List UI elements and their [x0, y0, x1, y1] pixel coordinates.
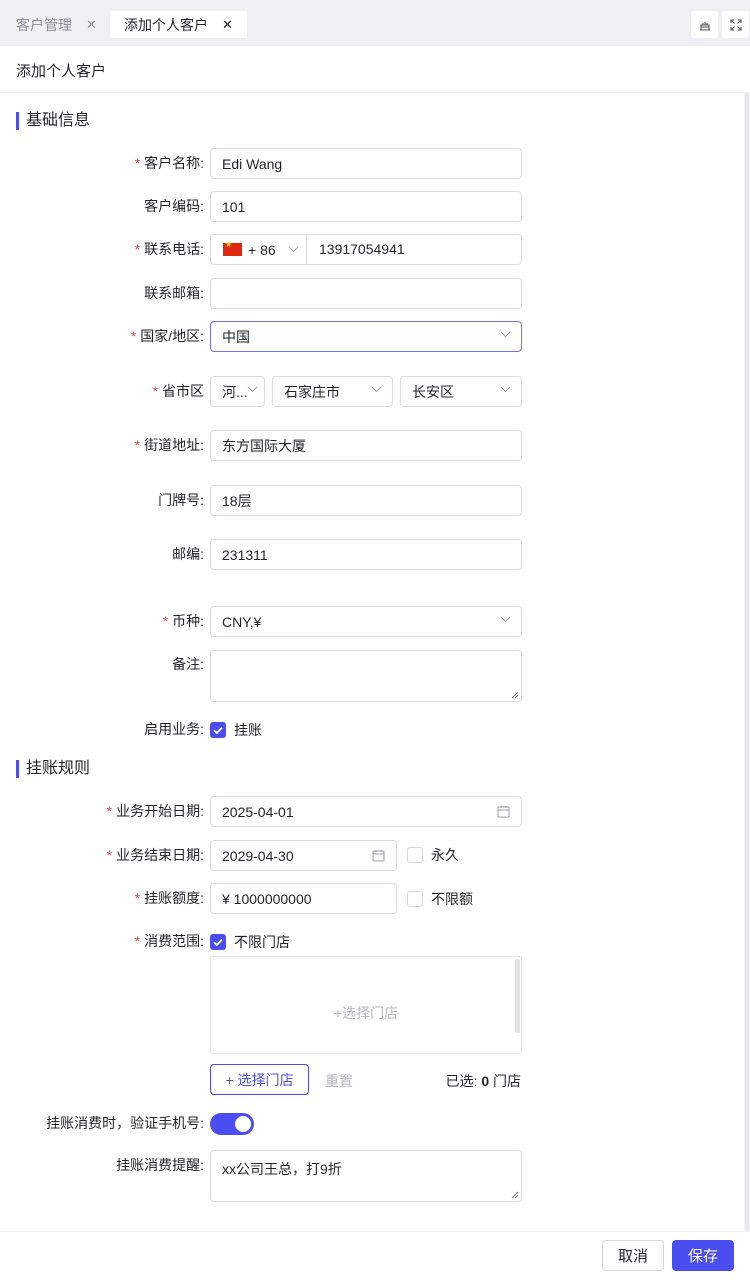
tab-bar: 客户管理 ✕ 添加个人客户 ✕ [0, 0, 750, 46]
store-list-box[interactable]: +选择门店 [210, 956, 522, 1054]
select-store-placeholder[interactable]: +选择门店 [211, 1003, 521, 1023]
tab-label: 客户管理 [16, 16, 72, 33]
door-number-label: 门牌号: [158, 492, 204, 508]
reminder-label: 挂账消费提醒: [116, 1157, 204, 1173]
region-label: * 省市区 [152, 383, 204, 399]
scrollbar-thumb[interactable] [745, 93, 749, 1231]
section-title-basic: 基础信息 [16, 112, 90, 130]
calendar-icon [497, 806, 510, 818]
chevron-down-icon [371, 386, 382, 393]
customer-name-input[interactable]: Edi Wang [210, 148, 522, 179]
email-label: 联系邮箱: [144, 285, 204, 301]
credit-business-checkbox[interactable] [210, 722, 226, 738]
remark-label: 备注: [172, 656, 204, 672]
resize-handle-icon[interactable] [511, 691, 519, 699]
check-icon [213, 726, 223, 735]
china-flag-icon [223, 240, 242, 256]
cancel-button[interactable]: 取消 [602, 1240, 664, 1271]
forever-checkbox[interactable] [407, 847, 423, 863]
scrollbar-thumb[interactable] [515, 959, 520, 1033]
chevron-down-icon [500, 616, 511, 623]
district-select[interactable]: 长安区 [400, 376, 522, 407]
zip-input[interactable]: 231311 [210, 539, 522, 570]
province-select[interactable]: 河... [210, 376, 265, 407]
divider [0, 92, 750, 93]
credit-business-text: 挂账 [234, 722, 262, 738]
country-code-select[interactable]: + 86 [223, 235, 299, 264]
city-select[interactable]: 石家庄市 [272, 376, 393, 407]
end-date-label: * 业务结束日期: [106, 847, 204, 863]
customer-code-label: 客户编码: [144, 198, 204, 214]
phone-input[interactable]: 13917054941 [319, 241, 405, 257]
selected-store-count: 已选: 0 门店 [445, 1073, 521, 1089]
unlimited-store-text: 不限门店 [234, 934, 290, 950]
customer-code-input[interactable]: 101 [210, 191, 522, 222]
street-label: * 街道地址: [134, 437, 204, 453]
customer-name-label: * 客户名称: [134, 155, 204, 171]
country-label: * 国家/地区: [130, 328, 204, 344]
country-select[interactable]: 中国 [210, 321, 522, 352]
fullscreen-icon[interactable] [722, 11, 749, 38]
verify-phone-label: 挂账消费时，验证手机号: [46, 1115, 204, 1131]
section-title-credit: 挂账规则 [16, 760, 90, 778]
page-container: 添加个人客户 基础信息 * 客户名称: Edi Wang 客户编码: 101 * 联… [0, 46, 750, 1280]
footer-divider [0, 1231, 750, 1232]
chevron-down-icon [500, 386, 511, 393]
currency-select[interactable]: CNY,¥ [210, 606, 522, 637]
verify-phone-toggle[interactable] [210, 1113, 254, 1135]
reset-button[interactable]: 重置 [325, 1071, 353, 1091]
calendar-icon [372, 850, 385, 862]
phone-label: * 联系电话: [134, 241, 204, 257]
street-input[interactable]: 东方国际大厦 [210, 430, 522, 461]
currency-label: * 币种: [162, 613, 204, 629]
business-label: 启用业务: [144, 721, 204, 737]
consumption-scope-label: * 消费范围: [134, 933, 204, 949]
unlimited-amount-text: 不限额 [431, 891, 473, 907]
tab-add-personal-customer[interactable]: 添加个人客户 ✕ [110, 11, 247, 38]
cake-icon[interactable] [691, 11, 718, 38]
phone-field: + 86 13917054941 [210, 234, 522, 265]
page-title: 添加个人客户 [16, 63, 107, 80]
start-date-label: * 业务开始日期: [106, 803, 204, 819]
resize-handle-icon[interactable] [511, 1191, 519, 1199]
remark-textarea[interactable] [210, 650, 522, 702]
close-icon[interactable]: ✕ [86, 17, 97, 33]
credit-amount-label: * 挂账额度: [134, 890, 204, 906]
toggle-knob [235, 1116, 251, 1132]
end-date-picker[interactable]: 2029-04-30 [210, 840, 397, 871]
select-store-button[interactable]: + 选择门店 [210, 1064, 309, 1095]
chevron-down-icon [500, 331, 511, 338]
save-button[interactable]: 保存 [672, 1240, 734, 1271]
credit-amount-input[interactable]: ¥ 1000000000 [210, 883, 397, 914]
check-icon [213, 938, 223, 947]
chevron-down-icon [288, 246, 299, 253]
unlimited-amount-checkbox[interactable] [407, 891, 423, 907]
tab-customer-management[interactable]: 客户管理 ✕ [2, 11, 111, 38]
divider [306, 235, 307, 264]
unlimited-store-checkbox[interactable] [210, 934, 226, 950]
forever-text: 永久 [431, 847, 459, 863]
door-number-input[interactable]: 18层 [210, 485, 522, 516]
zip-label: 邮编: [172, 546, 204, 562]
email-input[interactable] [210, 278, 522, 309]
start-date-picker[interactable]: 2025-04-01 [210, 796, 522, 827]
reminder-textarea[interactable]: xx公司王总，打9折 [210, 1150, 522, 1202]
close-icon[interactable]: ✕ [222, 17, 233, 33]
chevron-down-icon [247, 386, 258, 393]
tab-label: 添加个人客户 [124, 16, 208, 33]
